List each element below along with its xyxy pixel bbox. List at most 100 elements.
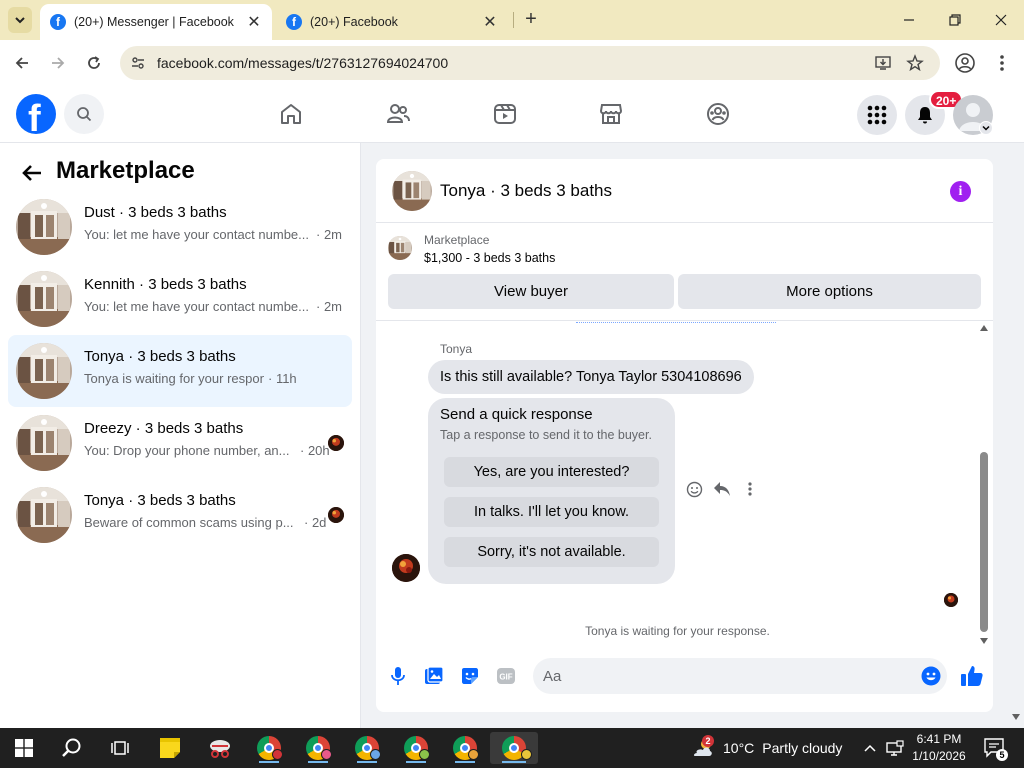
emoji-button[interactable] [921, 666, 941, 686]
send-like-button[interactable] [960, 664, 984, 688]
weather-widget[interactable]: 2 10°C Partly cloudy [690, 728, 842, 768]
chrome-profile-1[interactable] [249, 732, 289, 764]
address-bar[interactable]: facebook.com/messages/t/2763127694024700 [120, 46, 940, 80]
voice-clip-button[interactable] [388, 666, 408, 686]
chrome-profile-4[interactable] [396, 732, 436, 764]
conversation-item[interactable]: Dust · 3 beds 3 baths You: let me have yo… [8, 191, 352, 263]
quick-response-title: Send a quick response [440, 406, 593, 423]
reply-button[interactable] [712, 479, 732, 499]
facebook-search-button[interactable] [64, 94, 104, 134]
start-button[interactable] [4, 732, 44, 764]
facebook-favicon-icon: f [286, 14, 302, 30]
url-text[interactable]: facebook.com/messages/t/2763127694024700 [157, 55, 448, 71]
page-scroll-down-arrow-icon[interactable] [1012, 714, 1020, 720]
browser-profile-button[interactable] [953, 51, 977, 75]
sticker-button[interactable] [460, 666, 480, 686]
browser-menu-button[interactable] [992, 51, 1012, 75]
browser-tab-facebook[interactable]: f (20+) Facebook ✕ [276, 4, 508, 40]
attach-photo-button[interactable] [424, 666, 444, 686]
restore-button[interactable] [932, 6, 978, 34]
menu-grid-button[interactable] [857, 95, 897, 135]
conversation-item[interactable]: Tonya · 3 beds 3 baths Tonya is waiting f… [8, 335, 352, 407]
chat-avatar[interactable] [392, 171, 432, 211]
close-window-button[interactable] [978, 6, 1024, 34]
conversation-preview: You: let me have your contact numbe... [84, 227, 309, 242]
message-input[interactable] [543, 658, 913, 694]
reload-button[interactable] [80, 49, 108, 77]
scroll-up-arrow-icon[interactable] [980, 325, 988, 331]
quick-response-option-yes[interactable]: Yes, are you interested? [444, 457, 659, 487]
chat-title[interactable]: Tonya · 3 beds 3 baths [440, 181, 612, 201]
thumbs-up-icon [961, 666, 983, 686]
sender-avatar[interactable] [392, 554, 420, 582]
show-hidden-icons-button[interactable] [860, 728, 880, 768]
sticky-notes-app[interactable] [150, 732, 190, 764]
arrow-right-icon [52, 57, 65, 69]
forward-button[interactable] [44, 49, 72, 77]
chrome-profile-6-active[interactable] [490, 732, 538, 764]
windows-logo-icon [15, 739, 33, 757]
back-to-chats-button[interactable] [18, 159, 46, 187]
waiting-status-text: Tonya is waiting for your response. [585, 624, 770, 638]
conversation-name: Tonya · 3 beds 3 baths [84, 348, 236, 365]
browser-tab-messenger[interactable]: f (20+) Messenger | Facebook ✕ [40, 4, 272, 40]
back-button[interactable] [8, 49, 36, 77]
chrome-profile-badge-icon [272, 749, 283, 760]
more-options-button[interactable]: More options [678, 274, 981, 309]
facebook-logo[interactable]: f [16, 94, 56, 134]
scrollbar-thumb[interactable] [980, 452, 988, 632]
bookmark-star-icon[interactable] [906, 54, 924, 72]
account-menu-chevron[interactable] [979, 121, 993, 135]
network-icon [886, 740, 904, 756]
site-info-icon[interactable] [130, 55, 146, 71]
nav-home[interactable] [275, 98, 307, 130]
task-view-button[interactable] [100, 732, 140, 764]
scroll-down-arrow-icon[interactable] [980, 638, 988, 644]
conversation-time: · 2d [304, 515, 327, 530]
react-button[interactable] [684, 479, 704, 499]
nav-friends[interactable] [382, 98, 414, 130]
conversation-item[interactable]: Kennith · 3 beds 3 baths You: let me have… [8, 263, 352, 335]
install-app-icon[interactable] [874, 54, 892, 72]
message-more-button[interactable] [740, 479, 760, 499]
listing-thumbnail[interactable] [388, 236, 412, 260]
minimize-button[interactable] [886, 6, 932, 34]
listing-price-title[interactable]: $1,300 - 3 beds 3 baths [424, 251, 555, 265]
gif-button[interactable]: GIF [496, 666, 516, 686]
clock-time: 6:41 PM [916, 732, 962, 746]
nav-video[interactable] [489, 98, 521, 130]
thread-scrollbar[interactable] [977, 321, 991, 652]
house-listing-thumbnail [16, 343, 72, 399]
quick-response-option-sorry[interactable]: Sorry, it's not available. [444, 537, 659, 567]
message-composer: GIF [376, 652, 993, 712]
network-status-button[interactable] [884, 728, 906, 768]
chrome-profile-3[interactable] [347, 732, 387, 764]
conversation-item[interactable]: Dreezy · 3 beds 3 baths You: Drop your ph… [8, 407, 352, 479]
quick-response-option-in-talks[interactable]: In talks. I'll let you know. [444, 497, 659, 527]
conversation-info-icon[interactable]: i [950, 181, 971, 202]
tab-separator [513, 12, 514, 28]
tab-close-icon[interactable]: ✕ [482, 12, 498, 32]
tab-search-button[interactable] [8, 7, 32, 33]
chrome-profile-badge-icon [321, 749, 332, 760]
chrome-profile-5[interactable] [445, 732, 485, 764]
conversation-item[interactable]: Tonya · 3 beds 3 baths Beware of common s… [8, 479, 352, 551]
new-tab-plus-icon[interactable]: + [520, 8, 542, 32]
chrome-profile-2[interactable] [298, 732, 338, 764]
nav-marketplace[interactable] [595, 98, 627, 130]
minimize-icon [904, 19, 914, 21]
conversation-time: · 2m [316, 227, 342, 242]
taskbar-clock[interactable]: 6:41 PM 1/10/2026 [907, 731, 971, 765]
tab-close-icon[interactable]: ✕ [246, 12, 262, 32]
conversation-name: Kennith · 3 beds 3 baths [84, 276, 247, 293]
nav-groups[interactable] [702, 98, 734, 130]
read-receipt-avatar [944, 593, 958, 607]
incoming-message-bubble[interactable]: Is this still available? Tonya Taylor 53… [428, 360, 754, 394]
view-buyer-button[interactable]: View buyer [388, 274, 674, 309]
browser-toolbar: facebook.com/messages/t/2763127694024700 [0, 40, 1024, 86]
reply-icon [714, 482, 730, 496]
conversation-preview: You: Drop your phone number, an... [84, 443, 290, 458]
running-indicator [259, 761, 279, 763]
snipping-tool-app[interactable] [200, 732, 240, 764]
taskbar-search-button[interactable] [52, 732, 92, 764]
